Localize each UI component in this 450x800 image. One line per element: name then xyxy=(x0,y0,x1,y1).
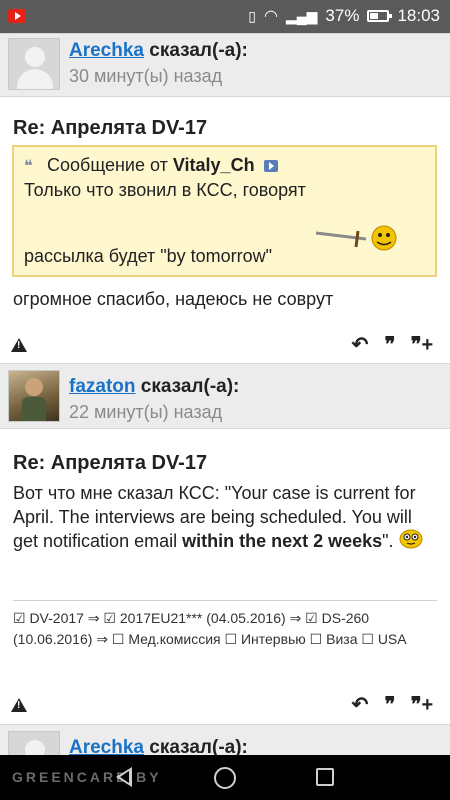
post-body: Вот что мне сказал КСС: "Your case is cu… xyxy=(13,481,438,553)
quote-header: ❝ Сообщение от Vitaly_Ch xyxy=(24,155,278,176)
post-text-end: ". xyxy=(382,531,394,551)
post-text-bold: within the next 2 weeks xyxy=(182,531,383,551)
quote-text-line: Только что звонил в КСС, говорят xyxy=(24,180,306,200)
said-label: сказал(-а): xyxy=(149,40,248,61)
status-bar: ▯ ◠ ▂▄▆ 37% 18:03 xyxy=(0,0,450,33)
post-author-line: fazaton сказал(-а): xyxy=(69,376,239,398)
multiquote-icon[interactable]: ❞+ xyxy=(407,693,437,717)
smiley-sword-icon xyxy=(315,225,397,251)
go-to-post-icon[interactable] xyxy=(263,160,278,173)
post-body: огромное спасибо, надеюсь не соврут xyxy=(13,289,334,309)
report-icon[interactable] xyxy=(11,338,27,352)
quote-icon[interactable]: ❞ xyxy=(378,333,402,357)
author-link[interactable]: Arechka xyxy=(69,40,144,61)
recent-apps-icon[interactable] xyxy=(316,768,334,786)
battery-icon xyxy=(367,10,393,22)
post-title: Re: Апрелята DV-17 xyxy=(13,452,208,474)
post-actions: ↶ ❞ ❞+ xyxy=(0,693,450,719)
quote-author: Vitaly_Ch xyxy=(172,155,255,175)
quote-icon: ❝ xyxy=(24,158,33,175)
avatar[interactable] xyxy=(8,370,60,422)
quote-box: ❝ Сообщение от Vitaly_Ch Только что звон… xyxy=(12,145,437,277)
home-icon[interactable] xyxy=(214,767,236,789)
status-icons: ▯ ◠ ▂▄▆ 37% 18:03 xyxy=(248,6,440,26)
vibrate-icon: ▯ xyxy=(248,7,256,24)
smiley-icon xyxy=(399,529,423,549)
post-time: 30 минут(ы) назад xyxy=(69,66,223,86)
multiquote-icon[interactable]: ❞+ xyxy=(407,333,437,357)
author-link[interactable]: fazaton xyxy=(69,376,136,397)
wifi-icon: ◠ xyxy=(264,8,278,25)
post-header: Arechka сказал(-а): 30 минут(ы) назад xyxy=(0,33,450,97)
signal-icon: ▂▄▆ xyxy=(285,7,318,24)
quote-icon[interactable]: ❞ xyxy=(378,693,402,717)
reply-icon[interactable]: ↶ xyxy=(348,333,372,357)
watermark: GREENCARD.BY xyxy=(12,769,162,785)
avatar[interactable] xyxy=(8,38,60,90)
report-icon[interactable] xyxy=(11,698,27,712)
youtube-icon xyxy=(8,9,26,23)
reply-icon[interactable]: ↶ xyxy=(348,693,372,717)
quote-prefix: Сообщение от xyxy=(47,155,168,175)
post-time: 22 минут(ы) назад xyxy=(69,402,223,422)
post-title: Re: Апрелята DV-17 xyxy=(13,117,208,139)
quote-text-line: рассылка будет "by tomorrow" xyxy=(24,246,273,266)
navigation-bar: GREENCARD.BY xyxy=(0,755,450,800)
said-label: сказал(-а): xyxy=(140,376,240,397)
post-author-line: Arechka сказал(-а): xyxy=(69,40,248,62)
signature: ☑ DV-2017 ⇒ ☑ 2017EU21*** (04.05.2016) ⇒… xyxy=(13,600,437,650)
post-actions: ↶ ❞ ❞+ xyxy=(0,333,450,359)
clock: 18:03 xyxy=(397,6,440,25)
battery-percent: 37% xyxy=(325,6,360,25)
back-icon[interactable] xyxy=(116,767,132,787)
post-header: fazaton сказал(-а): 22 минут(ы) назад xyxy=(0,363,450,429)
